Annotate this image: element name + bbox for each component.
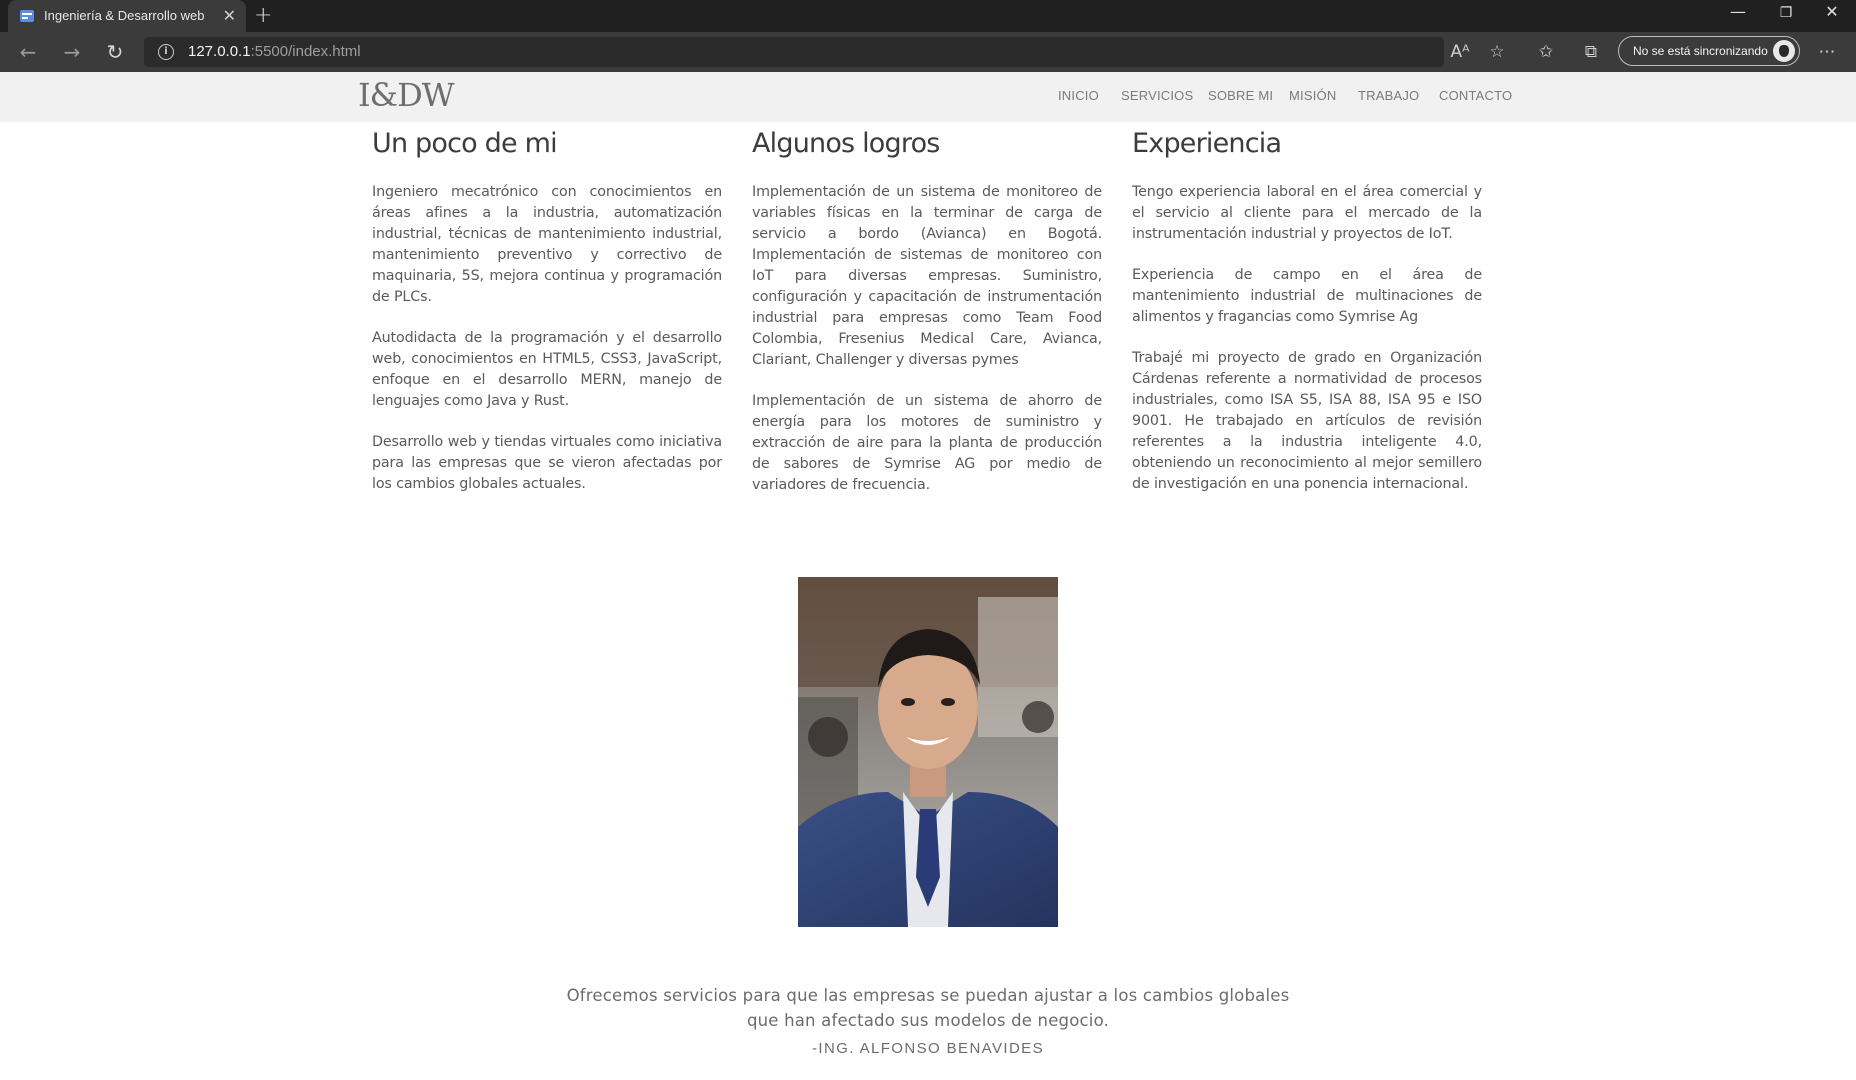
about-paragraph: Desarrollo web y tiendas virtuales como …	[372, 434, 722, 492]
star-icon[interactable]: ☆	[1486, 41, 1508, 63]
mission-quote: Ofrecemos servicios para que las empresa…	[566, 986, 1290, 1030]
quote-author: -ING. ALFONSO BENAVIDES	[812, 1040, 1044, 1057]
site-header: I&DW INICIO SERVICIOS SOBRE MI MISIÓN TR…	[0, 72, 1856, 122]
tab-close-icon[interactable]: ✕	[223, 6, 236, 25]
address-url[interactable]: 127.0.0.1:5500/index.html	[188, 43, 361, 60]
window-close-icon[interactable]: ✕	[1810, 2, 1854, 21]
achievements-heading: Algunos logros	[752, 128, 940, 159]
nav-contacto[interactable]: CONTACTO	[1439, 88, 1512, 103]
back-icon[interactable]: ←	[16, 40, 40, 64]
nav-sobre-mi[interactable]: SOBRE MI	[1208, 88, 1273, 103]
profile-avatar	[1773, 40, 1795, 62]
nav-servicios[interactable]: SERVICIOS	[1121, 88, 1193, 103]
site-info-icon[interactable]: i	[158, 44, 174, 60]
site-logo[interactable]: I&DW	[358, 76, 455, 114]
tab-title: Ingeniería & Desarrollo web	[44, 8, 205, 23]
about-paragraph: Ingeniero mecatrónico con conocimientos …	[372, 184, 722, 305]
refresh-icon[interactable]: ↻	[103, 40, 127, 64]
nav-mision[interactable]: MISIÓN	[1289, 88, 1336, 103]
site-favicon	[20, 10, 34, 22]
profile-photo	[798, 577, 1058, 927]
browser-tab-strip: Ingeniería & Desarrollo web ✕ + — ❐ ✕	[0, 0, 1856, 32]
about-paragraph: Autodidacta de la programación y el desa…	[372, 330, 722, 409]
collections-icon[interactable]: ⧉	[1580, 41, 1602, 63]
achievements-paragraph: Implementación de un sistema de monitore…	[752, 184, 1102, 368]
minimize-icon[interactable]: —	[1716, 2, 1760, 21]
new-tab-icon[interactable]: +	[254, 3, 272, 28]
experience-paragraph: Tengo experiencia laboral en el área com…	[1132, 184, 1482, 242]
favorites-icon[interactable]: ✩	[1535, 41, 1557, 63]
sync-status-button[interactable]: No se está sincronizando	[1618, 36, 1800, 66]
experience-heading: Experiencia	[1132, 128, 1282, 159]
browser-toolbar: ← → ↻ i 127.0.0.1:5500/index.html Aᴬ ☆ ✩…	[0, 32, 1856, 72]
more-icon[interactable]: ⋯	[1816, 41, 1838, 63]
experience-paragraph: Experiencia de campo en el área de mante…	[1132, 267, 1482, 325]
restore-icon[interactable]: ❐	[1764, 5, 1808, 21]
about-column: Un poco de mi Ingeniero mecatrónico con …	[372, 128, 722, 495]
browser-tab[interactable]: Ingeniería & Desarrollo web ✕	[8, 0, 246, 32]
nav-trabajo[interactable]: TRABAJO	[1358, 88, 1419, 103]
address-bar[interactable]: i 127.0.0.1:5500/index.html Aᴬ ☆	[144, 37, 1505, 67]
forward-icon[interactable]: →	[60, 40, 84, 64]
read-aloud-icon[interactable]: Aᴬ	[1449, 41, 1471, 63]
achievements-column: Algunos logros Implementación de un sist…	[752, 128, 1102, 496]
experience-column: Experiencia Tengo experiencia laboral en…	[1132, 128, 1482, 495]
achievements-paragraph: Implementación de un sistema de ahorro d…	[752, 393, 1102, 493]
nav-inicio[interactable]: INICIO	[1058, 88, 1099, 103]
about-heading: Un poco de mi	[372, 128, 558, 159]
experience-paragraph: Trabajé mi proyecto de grado en Organiza…	[1132, 350, 1482, 492]
